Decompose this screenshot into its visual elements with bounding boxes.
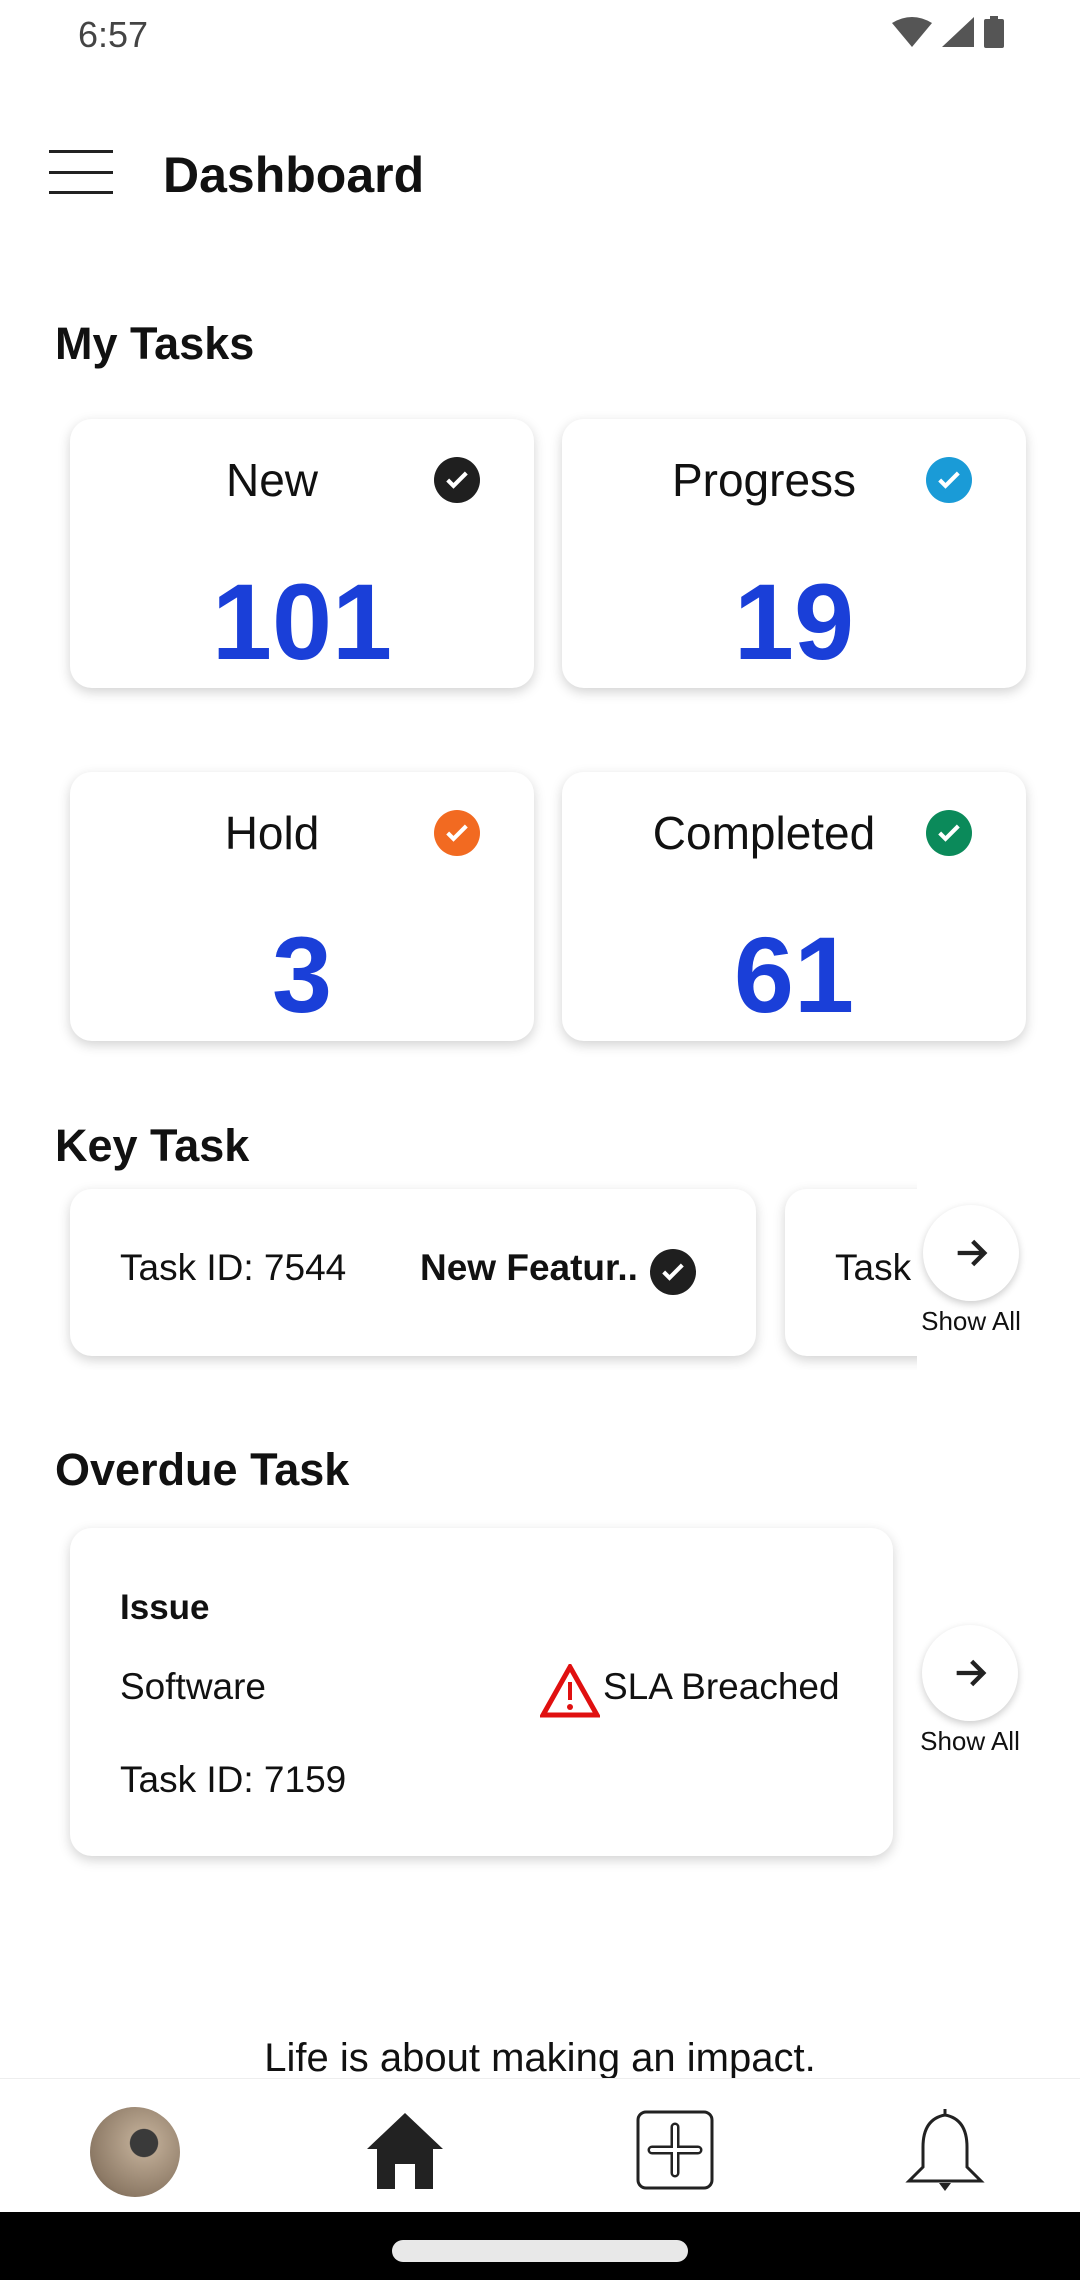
overdue-task-show-all-button[interactable] [922,1625,1018,1721]
overdue-task-id: Task ID: 7159 [120,1759,347,1800]
check-icon [434,810,480,856]
key-task-heading: Key Task [55,1120,250,1171]
key-task-card[interactable]: Task ID: 7544 New Featur.. [70,1189,756,1356]
bottom-nav [0,2078,1080,2212]
overdue-task-category: Software [120,1666,267,1707]
home-indicator[interactable] [392,2240,688,2262]
task-card-label: Progress [671,454,857,506]
page-title: Dashboard [163,147,425,203]
key-task-id: Task [835,1247,912,1288]
task-card-hold[interactable]: Hold 3 [70,772,534,1041]
bell-icon[interactable] [905,2107,985,2193]
arrow-right-icon [957,1239,988,1267]
key-task-id: Task ID: 7544 [120,1247,347,1288]
profile-avatar[interactable] [90,2107,180,2197]
arrow-right-icon [956,1659,987,1687]
key-task-carousel[interactable]: Task ID: 7544 New Featur.. Task [0,1180,917,1370]
task-card-count: 3 [271,914,333,1035]
overdue-task-status: SLA Breached [603,1666,840,1707]
menu-icon[interactable] [49,150,113,194]
status-time: 6:57 [78,14,149,55]
signal-icon [942,17,974,47]
task-card-progress[interactable]: Progress 19 [562,419,1026,688]
task-card-count: 19 [733,561,855,682]
check-icon [926,457,972,503]
task-card-label: Hold [224,807,320,859]
task-card-label: New [225,454,319,506]
home-icon[interactable] [365,2109,445,2191]
task-card-count: 101 [211,561,393,682]
key-task-card[interactable]: Task [785,1189,917,1356]
key-task-show-all-label[interactable]: Show All [901,1306,1041,1337]
battery-icon [984,16,1004,48]
task-card-completed[interactable]: Completed 61 [562,772,1026,1041]
add-task-icon[interactable] [635,2109,715,2191]
task-card-new[interactable]: New 101 [70,419,534,688]
key-task-show-all-button[interactable] [923,1205,1019,1301]
status-icons [892,16,1004,48]
check-icon [650,1249,696,1295]
overdue-task-card[interactable]: Issue Software SLA Breached Task ID: 715… [70,1528,893,1856]
warning-icon [540,1664,600,1718]
wifi-icon [892,17,932,47]
check-icon [926,810,972,856]
system-nav-bar [0,2212,1080,2280]
task-card-count: 61 [733,914,855,1035]
overdue-task-title: Issue [120,1588,210,1627]
task-card-label: Completed [652,807,876,859]
overdue-task-heading: Overdue Task [55,1444,350,1495]
overdue-task-show-all-label[interactable]: Show All [900,1726,1040,1757]
my-tasks-heading: My Tasks [55,318,255,369]
quote-text: Life is about making an impact. [264,2036,816,2080]
check-icon [434,457,480,503]
key-task-type: New Featur.. [420,1247,638,1288]
